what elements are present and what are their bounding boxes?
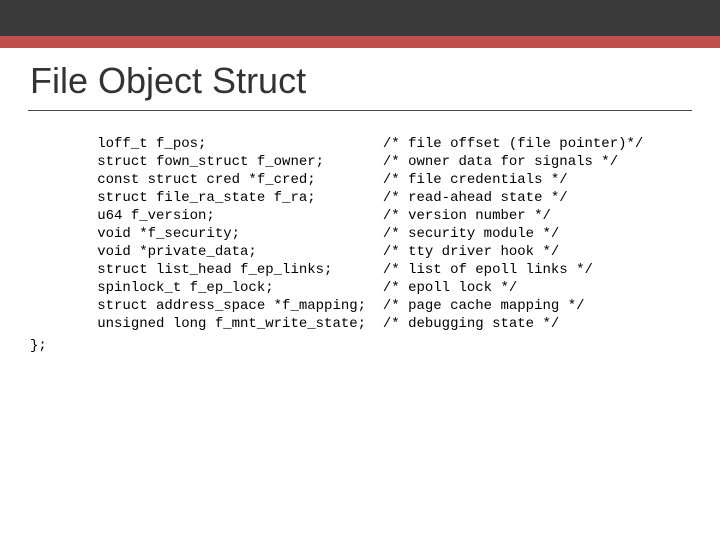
code-comment: /* list of epoll links */ bbox=[383, 261, 593, 279]
code-line: struct file_ra_state f_ra; /* read-ahead… bbox=[30, 189, 700, 207]
title-underline bbox=[28, 110, 692, 111]
code-block: loff_t f_pos; /* file offset (file point… bbox=[30, 135, 700, 355]
code-comment: /* owner data for signals */ bbox=[383, 153, 618, 171]
code-comment: /* file credentials */ bbox=[383, 171, 568, 189]
code-line: struct address_space *f_mapping; /* page… bbox=[30, 297, 700, 315]
code-line: loff_t f_pos; /* file offset (file point… bbox=[30, 135, 700, 153]
header-inner-band bbox=[0, 0, 720, 36]
code-declaration: void *f_security; bbox=[30, 225, 383, 243]
code-line: void *f_security; /* security module */ bbox=[30, 225, 700, 243]
slide: File Object Struct loff_t f_pos; /* file… bbox=[0, 0, 720, 540]
code-line: spinlock_t f_ep_lock; /* epoll lock */ bbox=[30, 279, 700, 297]
code-line: unsigned long f_mnt_write_state; /* debu… bbox=[30, 315, 700, 333]
code-declaration: struct file_ra_state f_ra; bbox=[30, 189, 383, 207]
code-comment: /* read-ahead state */ bbox=[383, 189, 568, 207]
code-line: const struct cred *f_cred; /* file crede… bbox=[30, 171, 700, 189]
code-line: void *private_data; /* tty driver hook *… bbox=[30, 243, 700, 261]
code-declaration: struct list_head f_ep_links; bbox=[30, 261, 383, 279]
code-comment: /* debugging state */ bbox=[383, 315, 559, 333]
code-comment: /* file offset (file pointer)*/ bbox=[383, 135, 643, 153]
code-comment: /* tty driver hook */ bbox=[383, 243, 559, 261]
code-declaration: struct address_space *f_mapping; bbox=[30, 297, 383, 315]
code-declaration: void *private_data; bbox=[30, 243, 383, 261]
code-comment: /* epoll lock */ bbox=[383, 279, 517, 297]
code-comment: /* security module */ bbox=[383, 225, 559, 243]
header-band bbox=[0, 0, 720, 48]
code-struct-close: }; bbox=[30, 337, 700, 355]
code-declaration: const struct cred *f_cred; bbox=[30, 171, 383, 189]
code-line: struct fown_struct f_owner; /* owner dat… bbox=[30, 153, 700, 171]
code-declaration: u64 f_version; bbox=[30, 207, 383, 225]
code-line: u64 f_version; /* version number */ bbox=[30, 207, 700, 225]
code-line: struct list_head f_ep_links; /* list of … bbox=[30, 261, 700, 279]
code-declaration: struct fown_struct f_owner; bbox=[30, 153, 383, 171]
code-declaration: unsigned long f_mnt_write_state; bbox=[30, 315, 383, 333]
code-declaration: loff_t f_pos; bbox=[30, 135, 383, 153]
slide-title: File Object Struct bbox=[30, 60, 306, 102]
code-comment: /* page cache mapping */ bbox=[383, 297, 585, 315]
code-declaration: spinlock_t f_ep_lock; bbox=[30, 279, 383, 297]
code-comment: /* version number */ bbox=[383, 207, 551, 225]
